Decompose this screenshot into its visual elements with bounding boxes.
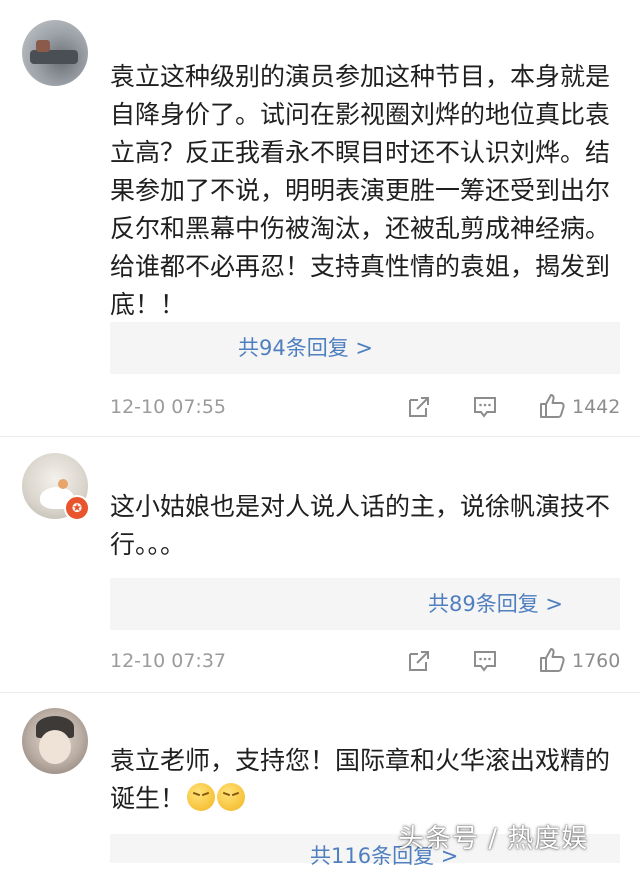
comment-text: 这小姑娘也是对人说人话的主，说徐帆演技不行。。。 [110,492,611,559]
timestamp: 12-10 07:55 [110,396,227,418]
like-count: 1442 [572,396,621,418]
divider [0,436,640,437]
comment-text: 袁立老师，支持您！国际章和火华滚出戏精的诞生！ [110,742,620,818]
divider [0,692,640,693]
wink-emoji-icon [187,783,216,811]
avatar[interactable] [22,708,88,774]
comment-meta: 12-10 07:55 1442 [110,392,620,422]
timestamp: 12-10 07:37 [110,650,227,672]
share-icon[interactable] [406,394,432,420]
comment-meta: 12-10 07:37 1760 [110,646,620,676]
avatar[interactable] [22,20,88,86]
comment-text: 袁立这种级别的演员参加这种节目，本身就是自降身价了。试问在影视圈刘烨的地位真比袁… [110,62,611,319]
share-icon[interactable] [406,648,432,674]
replies-link[interactable]: 共94条回复 > [238,322,373,374]
verified-badge-icon: ✪ [64,495,90,521]
replies-box[interactable]: 共89条回复 > [110,578,620,630]
watermark: 头条号 / 热度娱 [398,824,589,854]
comment-icon[interactable] [472,394,498,420]
thumbs-up-icon[interactable] [538,646,566,674]
replies-link[interactable]: 共89条回复 > [428,578,563,630]
replies-box[interactable]: 共94条回复 > [110,322,620,374]
comment-icon[interactable] [472,648,498,674]
like-count: 1760 [572,650,621,672]
comment-text-content: 袁立老师，支持您！国际章和火华滚出戏精的诞生！ [110,746,611,813]
thumbs-up-icon[interactable] [538,392,566,420]
wink-emoji-icon [217,783,246,811]
